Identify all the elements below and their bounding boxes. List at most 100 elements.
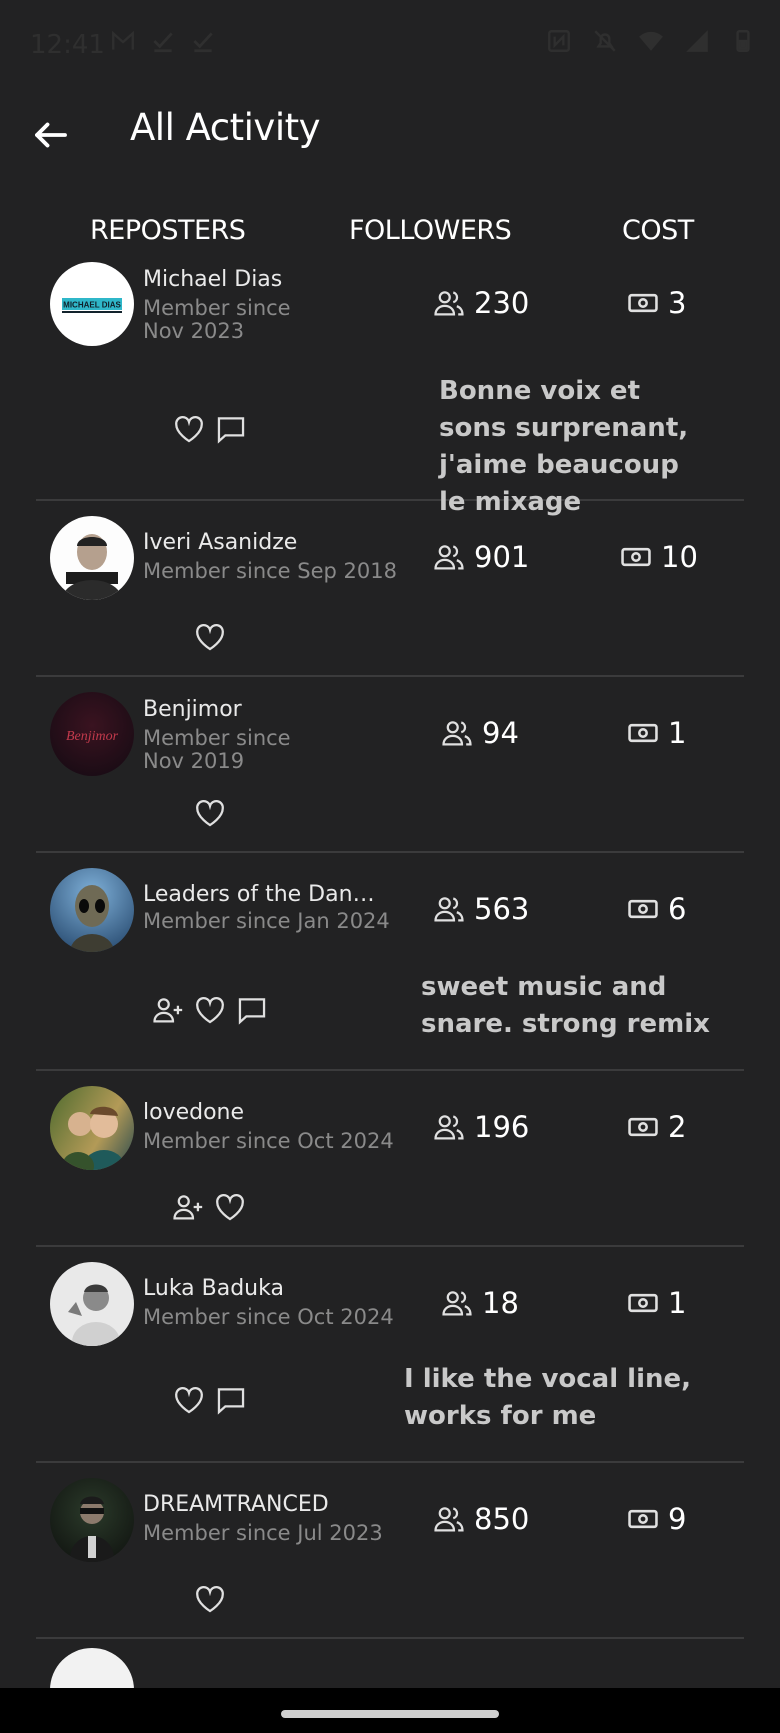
followers-count: 563 [432,892,529,926]
system-icons [546,28,756,54]
followers-value: 196 [474,1110,530,1144]
followers-count: 850 [432,1502,529,1536]
avatar[interactable]: MICHAEL DIAS [50,262,134,346]
row-actions [193,796,227,830]
home-indicator[interactable] [281,1710,499,1718]
followers-count: 196 [432,1110,529,1144]
avatar[interactable] [50,1086,134,1170]
member-since: Member since Oct 2024 [143,1305,394,1329]
notification-icons [110,28,216,54]
followers-value: 230 [474,286,530,320]
avatar[interactable]: Benjimor [50,692,134,776]
mute-icon [594,30,616,52]
reposter-name[interactable]: Iveri Asanidze [143,530,297,555]
member-since: Member since Sep 2018 [143,559,397,583]
users-icon [434,1507,464,1532]
comment-icon[interactable] [214,1383,248,1417]
cost-amount: 1 [668,716,687,750]
money-icon [628,723,658,743]
column-header-followers: FOLLOWERS [349,215,512,246]
row-actions [193,1582,227,1616]
cost-value: 6 [626,892,686,926]
row-actions [151,993,269,1027]
avatar[interactable] [50,1478,134,1562]
cost-value: 3 [626,286,686,320]
page-title: All Activity [130,106,321,149]
money-icon [621,547,651,567]
list-item: DREAMTRANCED Member since Jul 2023 850 9 [36,1463,744,1639]
money-icon [628,1509,658,1529]
cost-value: 1 [626,716,686,750]
cost-amount: 10 [661,540,698,574]
cost-value: 9 [626,1502,686,1536]
money-icon [628,1293,658,1313]
avatar-logo-text: Benjimor [66,729,119,744]
avatar[interactable] [50,868,134,952]
comment-icon[interactable] [214,412,248,446]
followers-count: 94 [440,716,519,750]
followers-value: 850 [474,1502,530,1536]
avatar-image [62,534,122,600]
back-arrow-icon[interactable] [30,114,72,156]
money-icon [628,899,658,919]
avatar-image [70,885,114,952]
avatar[interactable] [50,516,134,600]
heart-icon[interactable] [172,1383,206,1417]
nfc-icon [548,30,570,52]
heart-icon[interactable] [172,412,206,446]
users-icon [442,1291,472,1316]
avatar-image [62,1106,124,1170]
signal-icon [686,30,708,52]
heart-icon[interactable] [213,1190,247,1224]
followers-count: 18 [440,1286,519,1320]
heart-icon[interactable] [193,1582,227,1616]
status-time: 12:41 [30,30,105,60]
column-header-reposters: REPOSTERS [90,215,246,246]
users-icon [442,721,472,746]
heart-icon[interactable] [193,993,227,1027]
check-icon [153,32,173,53]
row-actions [172,412,248,446]
cost-amount: 1 [668,1286,687,1320]
cost-amount: 6 [668,892,687,926]
avatar-image [68,1284,120,1346]
list-item: Leaders of the Dance ... Member since Ja… [36,853,744,1071]
money-icon [628,293,658,313]
reposter-name[interactable]: Benjimor [143,697,242,722]
followers-value: 901 [474,540,530,574]
cost-value: 1 [626,1286,686,1320]
avatar[interactable] [50,1262,134,1346]
reposter-name[interactable]: Luka Baduka [143,1276,284,1301]
heart-icon[interactable] [193,620,227,654]
column-header-cost: COST [622,215,694,246]
followers-value: 563 [474,892,530,926]
add-user-icon[interactable] [171,1190,205,1224]
followers-value: 18 [482,1286,519,1320]
heart-icon[interactable] [193,796,227,830]
reposter-name[interactable]: DREAMTRANCED [143,1492,329,1517]
comment-text: I like the vocal line, works for me [404,1364,692,1431]
check-icon [193,32,213,53]
cost-value: 10 [619,540,698,574]
list-item: Benjimor Benjimor Member since Nov 2019 … [36,677,744,853]
cost-amount: 2 [668,1110,687,1144]
cost-amount: 9 [668,1502,687,1536]
member-since: Member since Jan 2024 [143,909,390,933]
app-bar: All Activity [0,92,780,222]
list-item: lovedone Member since Oct 2024 196 2 [36,1071,744,1247]
comment-text: sweet music and snare. strong remix [421,972,710,1039]
reposter-name[interactable]: Leaders of the Dance ... [143,882,383,907]
member-since: Member since Jul 2023 [143,1521,383,1545]
row-actions [171,1190,247,1224]
followers-value: 94 [482,716,519,750]
navigation-bar [0,1688,780,1733]
avatar-image: Benjimor [66,729,119,744]
comment-icon[interactable] [235,993,269,1027]
followers-count: 901 [432,540,529,574]
reposter-name[interactable]: Michael Dias [143,267,282,292]
row-actions [193,620,227,654]
reposter-name[interactable]: lovedone [143,1100,244,1125]
comment-text: Bonne voix et sons surprenant, j'aime be… [439,376,689,517]
wifi-icon [639,31,663,51]
add-user-icon[interactable] [151,993,185,1027]
